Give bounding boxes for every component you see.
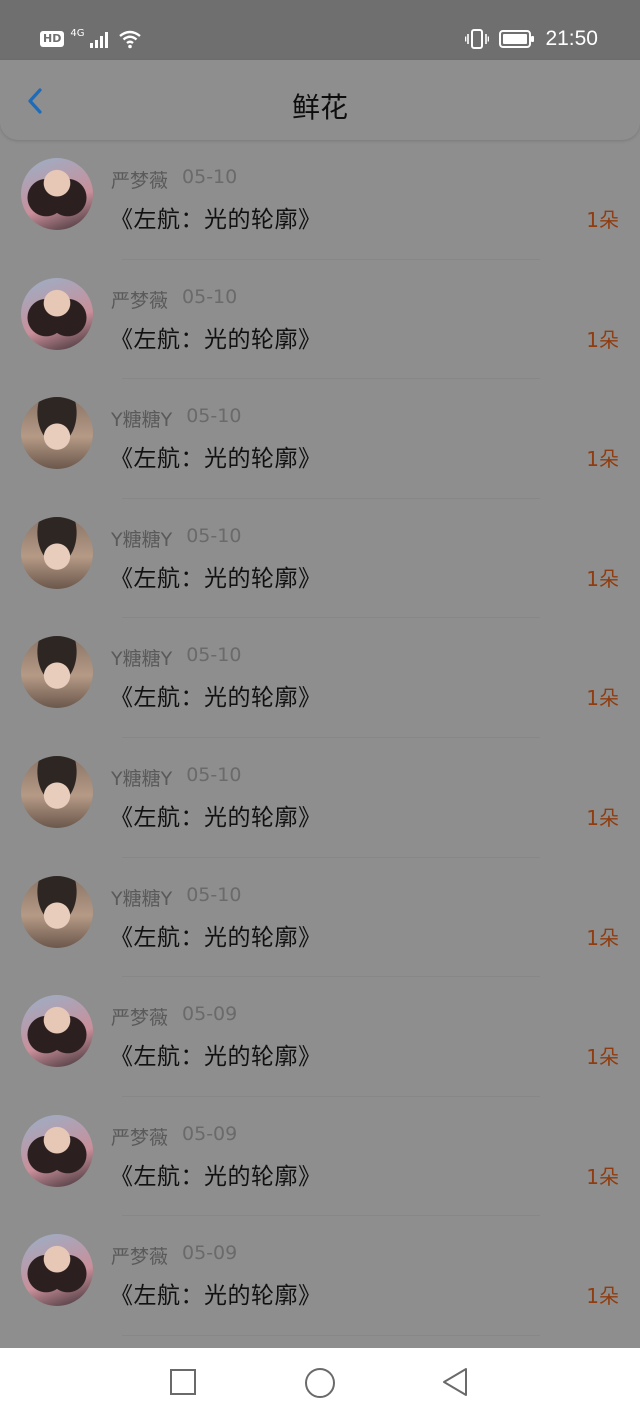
signal-icon [90,32,109,48]
avatar[interactable] [21,1114,93,1187]
book-title: 《左航：光的轮廓》 [110,1283,322,1310]
list-item[interactable]: 严梦薇 05-09 《左航：光的轮廓》 1朵 [0,977,640,1097]
list-item[interactable]: Y糖糖Y 05-10 《左航：光的轮廓》 1朵 [0,618,640,738]
avatar[interactable] [21,277,93,350]
book-title: 《左航：光的轮廓》 [110,1044,322,1071]
avatar[interactable] [21,158,93,230]
avatar[interactable] [21,1234,93,1307]
flower-amount: 1朵 [586,1284,619,1309]
hd-badge: HD [40,31,65,47]
divider [122,1334,540,1336]
username: 严梦薇 [111,1246,169,1269]
flower-amount: 1朵 [586,566,619,591]
status-bar: HD 4G 21:50 [0,0,640,60]
book-title: 《左航：光的轮廓》 [110,1163,322,1190]
username: Y糖糖Y [111,528,173,551]
item-meta: 严梦薇 05-10 [111,286,237,313]
list-item[interactable]: Y糖糖Y 05-10 《左航：光的轮廓》 1朵 [0,379,640,499]
flower-amount: 1朵 [586,1164,619,1189]
status-left: HD 4G [40,26,142,52]
date: 05-10 [182,166,238,188]
avatar[interactable] [21,516,93,589]
date: 05-09 [182,1122,238,1145]
item-meta: 严梦薇 05-09 [111,1003,237,1030]
date: 05-10 [186,644,242,667]
vibrate-icon [465,29,490,49]
username: 严梦薇 [111,170,169,192]
date: 05-10 [186,763,242,786]
book-title: 《左航：光的轮廓》 [110,446,322,473]
item-meta: 严梦薇 05-10 [111,166,237,193]
flower-amount: 1朵 [586,1045,619,1070]
book-title: 《左航：光的轮廓》 [110,207,322,233]
book-title: 《左航：光的轮廓》 [110,685,322,712]
item-meta: Y糖糖Y 05-10 [111,405,241,432]
list-item[interactable]: Y糖糖Y 05-10 《左航：光的轮廓》 1朵 [0,499,640,619]
flower-amount: 1朵 [586,925,619,950]
back-nav-button[interactable] [440,1366,472,1398]
flower-amount: 1朵 [586,686,619,711]
item-meta: Y糖糖Y 05-10 [111,884,241,911]
book-title: 《左航：光的轮廓》 [110,326,322,353]
system-nav-bar [0,1348,640,1415]
date: 05-09 [182,1003,238,1026]
app-bar: 鲜花 [0,60,640,140]
page-title: 鲜花 [291,91,348,124]
list-item[interactable]: 严梦薇 05-09 《左航：光的轮廓》 1朵 [0,1216,640,1336]
username: 严梦薇 [111,289,169,312]
item-meta: 严梦薇 05-09 [111,1123,237,1150]
triangle-back-icon [443,1368,467,1396]
home-button[interactable] [303,1366,335,1398]
username: Y糖糖Y [111,887,173,910]
flower-amount: 1朵 [586,327,619,352]
gift-list: 严梦薇 05-10 《左航：光的轮廓》 1朵 严梦薇 05-10 《左航：光的轮… [0,140,640,1336]
date: 05-10 [186,405,242,428]
status-right: 21:50 [465,26,598,52]
list-item[interactable]: 严梦薇 05-10 《左航：光的轮廓》 1朵 [0,260,640,380]
avatar[interactable] [21,755,93,828]
list-item[interactable]: 严梦薇 05-09 《左航：光的轮廓》 1朵 [0,1097,640,1217]
item-meta: Y糖糖Y 05-10 [111,525,241,552]
list-item[interactable]: 严梦薇 05-10 《左航：光的轮廓》 1朵 [0,140,640,260]
date: 05-10 [182,285,238,308]
item-meta: Y糖糖Y 05-10 [111,644,241,671]
username: Y糖糖Y [111,648,173,671]
wifi-icon [119,30,142,49]
username: Y糖糖Y [111,767,173,790]
item-meta: Y糖糖Y 05-10 [111,764,241,791]
username: Y糖糖Y [111,409,173,432]
recent-apps-button[interactable] [167,1366,199,1398]
flower-amount: 1朵 [586,208,619,232]
date: 05-10 [186,524,242,547]
clock: 21:50 [545,27,598,50]
username: 严梦薇 [111,1126,169,1149]
circle-icon [305,1368,335,1398]
flower-amount: 1朵 [586,447,619,472]
date: 05-09 [182,1242,238,1265]
avatar[interactable] [21,397,93,470]
book-title: 《左航：光的轮廓》 [110,804,322,831]
battery-icon [499,30,535,48]
avatar[interactable] [21,636,93,709]
list-item[interactable]: Y糖糖Y 05-10 《左航：光的轮廓》 1朵 [0,738,640,858]
avatar[interactable] [21,995,93,1068]
avatar[interactable] [21,875,93,948]
flower-amount: 1朵 [586,805,619,830]
network-type-label: 4G [70,27,85,39]
list-item[interactable]: Y糖糖Y 05-10 《左航：光的轮廓》 1朵 [0,858,640,978]
item-meta: 严梦薇 05-09 [111,1242,237,1269]
date: 05-10 [186,883,242,906]
square-icon [170,1369,196,1395]
book-title: 《左航：光的轮廓》 [110,565,322,592]
username: 严梦薇 [111,1007,169,1030]
book-title: 《左航：光的轮廓》 [110,924,322,951]
